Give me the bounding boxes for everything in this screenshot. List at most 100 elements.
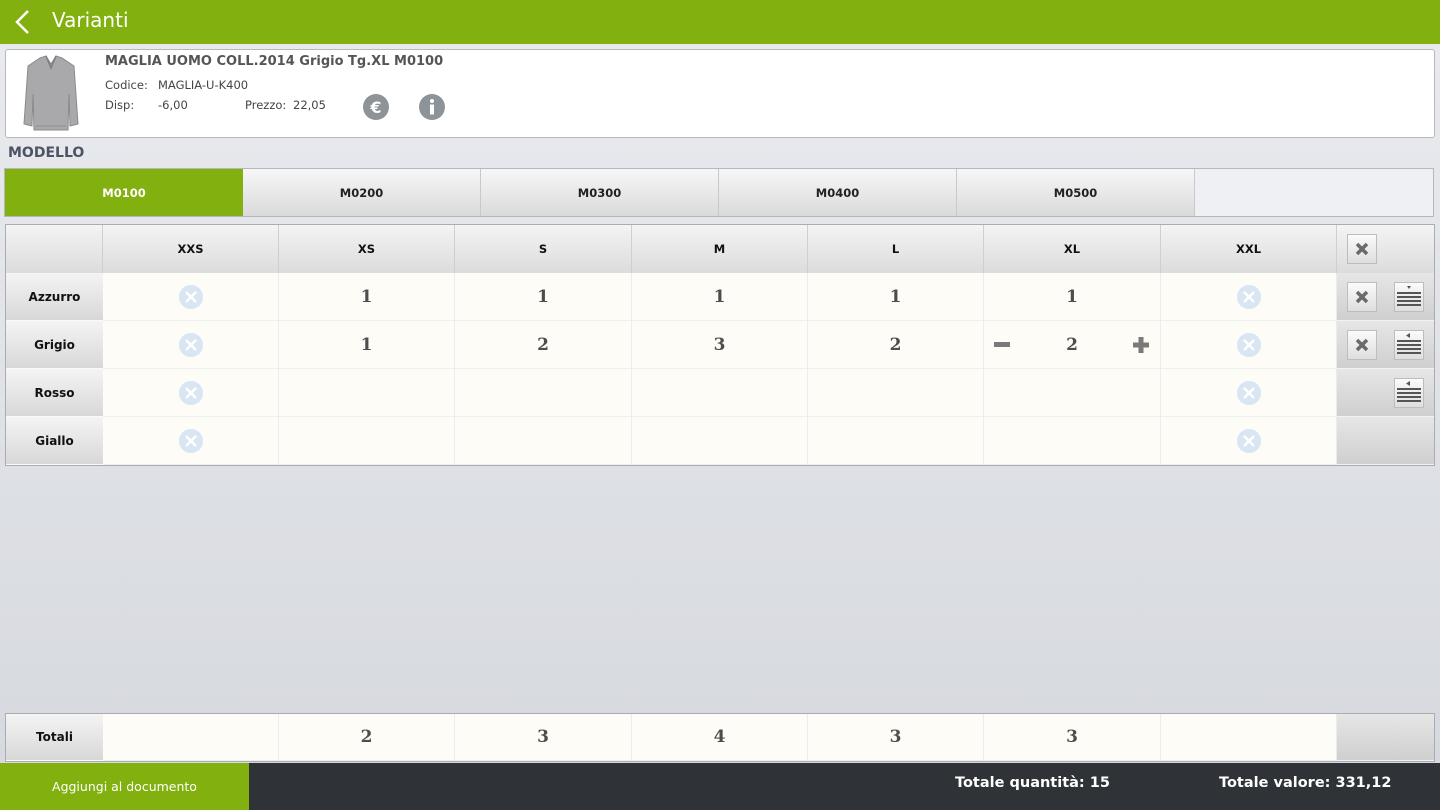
unavailable-cell	[1161, 273, 1337, 321]
qty-cell[interactable]: 1	[984, 273, 1161, 321]
qty-cell-selected[interactable]: 2	[984, 321, 1161, 369]
list-expand-icon[interactable]	[1394, 282, 1424, 312]
unavailable-icon	[178, 380, 203, 405]
availability-value: -6,00	[158, 98, 188, 112]
unavailable-icon	[178, 428, 203, 453]
qty-cell[interactable]	[984, 417, 1161, 465]
tab-m0500[interactable]: M0500	[957, 169, 1195, 216]
top-bar: Varianti	[0, 0, 1440, 44]
qty-cell[interactable]: 1	[455, 273, 632, 321]
clear-all-icon[interactable]	[1347, 234, 1377, 264]
tab-m0300[interactable]: M0300	[481, 169, 719, 216]
list-collapse-icon[interactable]	[1394, 330, 1424, 360]
qty-cell[interactable]: 1	[808, 273, 984, 321]
unavailable-cell	[103, 417, 279, 465]
unavailable-icon	[178, 284, 203, 309]
row-actions-azzurro	[1337, 273, 1434, 321]
price-label: Prezzo:	[245, 98, 287, 112]
total-cell	[103, 714, 279, 761]
list-collapse-icon[interactable]	[1394, 378, 1424, 408]
header-actions	[1337, 225, 1434, 273]
unavailable-cell	[1161, 417, 1337, 465]
qty-cell[interactable]	[808, 417, 984, 465]
unavailable-icon	[178, 332, 203, 357]
qty-cell[interactable]: 1	[279, 273, 455, 321]
total-value: Totale valore: 331,12	[1219, 775, 1392, 791]
unavailable-cell	[103, 369, 279, 417]
grid-corner	[6, 225, 103, 273]
total-cell: 3	[455, 714, 632, 761]
totals-actions-empty	[1337, 714, 1434, 761]
clear-row-icon[interactable]	[1347, 282, 1377, 312]
qty-cell[interactable]	[455, 417, 632, 465]
product-image	[20, 54, 82, 132]
row-label-rosso: Rosso	[6, 369, 103, 417]
page-title: Varianti	[52, 8, 129, 32]
unavailable-icon	[1236, 380, 1261, 405]
qty-cell[interactable]	[279, 369, 455, 417]
unavailable-cell	[1161, 321, 1337, 369]
qty-cell[interactable]: 2	[808, 321, 984, 369]
variant-grid: XXS XS S M L XL XXL Azzurro 1 1 1 1 1 Gr…	[5, 224, 1435, 466]
size-header-l: L	[808, 225, 984, 273]
total-cell: 3	[808, 714, 984, 761]
unavailable-icon	[1236, 332, 1261, 357]
plus-icon[interactable]	[1131, 335, 1151, 355]
code-label: Codice:	[105, 78, 148, 92]
qty-cell[interactable]: 1	[279, 321, 455, 369]
minus-icon[interactable]	[992, 335, 1012, 355]
add-to-document-button[interactable]: Aggiungi al documento	[0, 763, 249, 810]
model-section-title: MODELLO	[8, 145, 85, 161]
svg-text:€: €	[369, 98, 381, 117]
clear-row-icon[interactable]	[1347, 330, 1377, 360]
total-cell	[1161, 714, 1337, 761]
total-cell: 2	[279, 714, 455, 761]
row-label-giallo: Giallo	[6, 417, 103, 465]
back-chevron-icon[interactable]	[8, 6, 38, 38]
tabs-empty-area	[1195, 169, 1433, 216]
product-name: MAGLIA UOMO COLL.2014 Grigio Tg.XL M0100	[105, 54, 444, 69]
unavailable-cell	[1161, 369, 1337, 417]
total-cell: 3	[984, 714, 1161, 761]
footer-bar: Aggiungi al documento Totale quantità: 1…	[0, 763, 1440, 810]
size-header-m: M	[632, 225, 808, 273]
unavailable-cell	[103, 273, 279, 321]
qty-value: 2	[1066, 334, 1078, 355]
unavailable-icon	[1236, 428, 1261, 453]
unavailable-cell	[103, 321, 279, 369]
totals-row: Totali 2 3 4 3 3	[5, 713, 1435, 762]
size-header-xl: XL	[984, 225, 1161, 273]
row-actions-grigio	[1337, 321, 1434, 369]
qty-cell[interactable]	[808, 369, 984, 417]
qty-cell[interactable]: 2	[455, 321, 632, 369]
euro-icon[interactable]: €	[363, 94, 389, 120]
totals-label: Totali	[6, 714, 103, 761]
model-tabs: M0100 M0200 M0300 M0400 M0500	[4, 168, 1434, 217]
qty-cell[interactable]	[632, 369, 808, 417]
qty-cell[interactable]	[279, 417, 455, 465]
tab-m0400[interactable]: M0400	[719, 169, 957, 216]
row-actions-giallo	[1337, 417, 1434, 465]
total-cell: 4	[632, 714, 808, 761]
row-label-grigio: Grigio	[6, 321, 103, 369]
size-header-xxl: XXL	[1161, 225, 1337, 273]
qty-cell[interactable]: 1	[632, 273, 808, 321]
qty-cell[interactable]	[984, 369, 1161, 417]
tab-m0100[interactable]: M0100	[5, 169, 243, 216]
unavailable-icon	[1236, 284, 1261, 309]
size-header-xxs: XXS	[103, 225, 279, 273]
price-value: 22,05	[293, 98, 326, 112]
total-quantity: Totale quantità: 15	[955, 775, 1110, 791]
row-label-azzurro: Azzurro	[6, 273, 103, 321]
qty-cell[interactable]: 3	[632, 321, 808, 369]
availability-label: Disp:	[105, 98, 135, 112]
size-header-xs: XS	[279, 225, 455, 273]
info-icon[interactable]	[419, 94, 445, 120]
qty-cell[interactable]	[455, 369, 632, 417]
qty-cell[interactable]	[632, 417, 808, 465]
code-value: MAGLIA-U-K400	[158, 78, 249, 92]
product-card: MAGLIA UOMO COLL.2014 Grigio Tg.XL M0100…	[5, 49, 1435, 138]
size-header-s: S	[455, 225, 632, 273]
row-actions-rosso	[1337, 369, 1434, 417]
tab-m0200[interactable]: M0200	[243, 169, 481, 216]
